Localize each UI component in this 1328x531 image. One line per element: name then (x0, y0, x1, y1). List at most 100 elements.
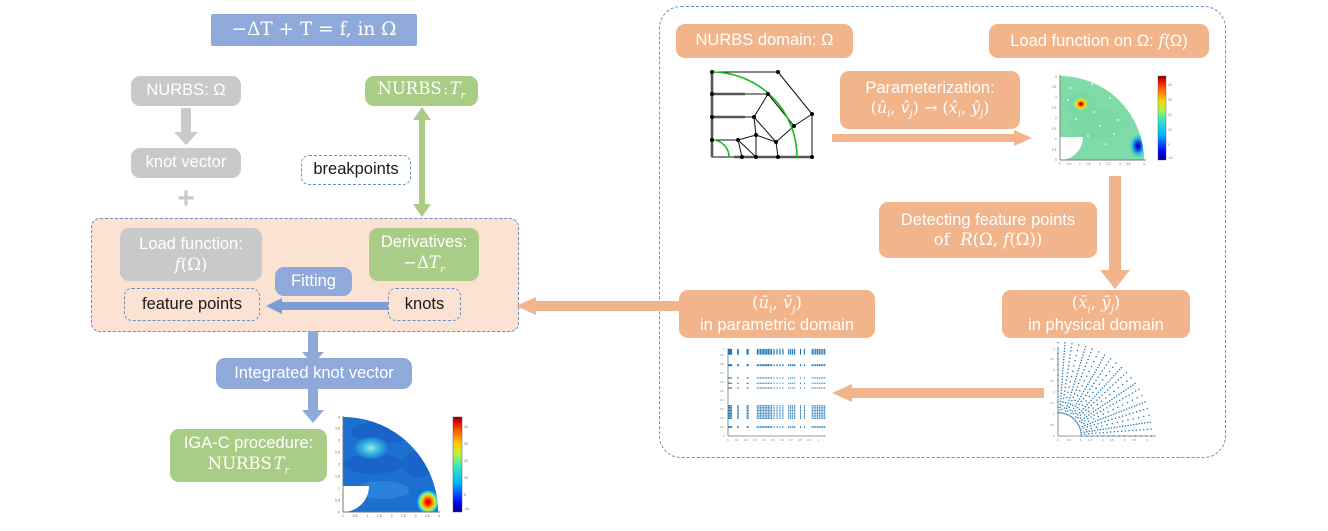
svg-text:1: 1 (1079, 162, 1081, 166)
svg-text:1: 1 (338, 487, 340, 491)
load-function-contour-figure: 0 0.5 1 1.5 2 2.5 3 3.5 4 0 0.5 1 1.5 2 2.5 3 3.… (1048, 64, 1190, 174)
svg-text:1: 1 (723, 347, 725, 351)
svg-text:0.7: 0.7 (789, 438, 793, 442)
load-function-right-label: Load function on Ω: f(Ω) (1010, 30, 1188, 50)
integrated-knot-vector-box[interactable]: Integrated knot vector (216, 358, 412, 389)
svg-text:3.5: 3.5 (1132, 438, 1136, 442)
svg-text:2: 2 (391, 514, 393, 518)
knots-box[interactable]: knots (388, 288, 461, 321)
svg-text:0.4: 0.4 (762, 438, 766, 442)
feature-points-label: feature points (142, 294, 242, 313)
svg-text:0.9: 0.9 (720, 353, 724, 357)
svg-text:0: 0 (1059, 162, 1061, 166)
integrated-knot-vector-label: Integrated knot vector (234, 363, 394, 382)
svg-text:0.5: 0.5 (1052, 148, 1057, 152)
svg-text:2: 2 (338, 463, 340, 467)
detecting-label-line2: of R(Ω, f(Ω)) (933, 230, 1043, 249)
iga-c-procedure-box[interactable]: IGA-C procedure: NURBS Tr (170, 429, 327, 482)
iga-c-procedure-label-line1: IGA-C procedure: (183, 434, 314, 453)
svg-text:-10: -10 (1168, 156, 1173, 160)
svg-text:2.5: 2.5 (401, 514, 406, 518)
svg-text:3: 3 (1119, 162, 1121, 166)
svg-text:0: 0 (1053, 434, 1055, 438)
solution-contour-figure: 0 0.5 1 1.5 2 2.5 3 3.5 4 0 0.5 1 1.5 2 2.5 3 3.… (333, 402, 481, 526)
svg-text:3: 3 (415, 514, 417, 518)
svg-text:0: 0 (723, 434, 725, 438)
svg-text:0.7: 0.7 (720, 371, 724, 375)
svg-text:10: 10 (1168, 128, 1172, 132)
arrow-parameterization (832, 128, 1032, 148)
svg-text:30: 30 (1168, 98, 1172, 102)
svg-text:1.5: 1.5 (1088, 438, 1092, 442)
arrow-nurbs-to-knotvector (172, 108, 200, 146)
svg-text:0.2: 0.2 (744, 438, 748, 442)
physical-domain-scatter-figure: 0 0.5 1 1.5 2 2.5 3 3.5 4 0 0.5 1 1.5 2 2.5 3 3.… (1046, 340, 1162, 452)
knot-vector-label: knot vector (145, 153, 227, 172)
svg-text:0.3: 0.3 (720, 407, 724, 411)
svg-text:2.5: 2.5 (335, 451, 340, 455)
svg-text:2: 2 (1099, 162, 1101, 166)
derivatives-label-line2: −ΔTr (403, 252, 445, 275)
svg-text:1: 1 (1080, 438, 1082, 442)
derivatives-box[interactable]: Derivatives: −ΔTr (369, 228, 479, 281)
svg-text:4: 4 (1143, 162, 1145, 166)
nurbs-domain-box-right[interactable]: NURBS domain: Ω (676, 24, 853, 58)
svg-text:4: 4 (338, 416, 340, 420)
svg-text:3.5: 3.5 (1052, 85, 1057, 89)
governing-equation-box: −ΔT + T = f, in Ω (211, 14, 417, 46)
svg-text:2: 2 (1053, 390, 1055, 394)
arrow-nurbs-tr-derivatives (411, 107, 433, 217)
svg-text:0.5: 0.5 (1067, 162, 1072, 166)
fitting-box[interactable]: Fitting (275, 267, 352, 296)
detecting-feature-points-box[interactable]: Detecting feature points of R(Ω, f(Ω)) (879, 202, 1097, 258)
parametric-domain-label-line1: (ūi, v̄j) (752, 292, 802, 315)
knot-vector-box[interactable]: knot vector (131, 148, 241, 178)
physical-domain-box[interactable]: (x̄i, ȳj) in physical domain (1002, 290, 1190, 338)
knots-label: knots (404, 294, 445, 313)
svg-text:0.5: 0.5 (720, 389, 724, 393)
svg-text:4: 4 (1053, 347, 1055, 351)
svg-text:2: 2 (1055, 116, 1057, 120)
parametric-domain-box[interactable]: (ūi, v̄j) in parametric domain (679, 290, 875, 338)
svg-text:1.5: 1.5 (1052, 127, 1057, 131)
svg-text:0.3: 0.3 (753, 438, 757, 442)
svg-text:2.5: 2.5 (1050, 379, 1054, 383)
physical-domain-label-line1: (x̄i, ȳj) (1071, 292, 1121, 315)
svg-text:30: 30 (464, 442, 468, 446)
parameterization-box[interactable]: Parameterization: (ûi, v̂j) → (x̂i, ŷj) (840, 71, 1020, 129)
svg-text:1: 1 (818, 438, 820, 442)
svg-text:0: 0 (1168, 143, 1170, 147)
svg-text:2.5: 2.5 (1106, 162, 1111, 166)
nurbs-domain-box-left[interactable]: NURBS: Ω (131, 76, 241, 106)
load-function-label-line2: f(Ω) (174, 254, 208, 274)
svg-text:1.5: 1.5 (377, 514, 382, 518)
derivatives-label-line1: Derivatives: (380, 233, 468, 252)
arrow-load-to-physical (1098, 176, 1132, 290)
arrow-panel-to-fitting-group (516, 295, 679, 317)
physical-domain-label-line2: in physical domain (1028, 315, 1164, 334)
feature-points-box[interactable]: feature points (124, 288, 260, 321)
svg-text:40: 40 (464, 425, 468, 429)
svg-text:1: 1 (1053, 412, 1055, 416)
detecting-label-line1: Detecting feature points (900, 210, 1076, 229)
arrow-fitting (266, 296, 388, 316)
svg-text:0.8: 0.8 (720, 362, 724, 366)
svg-text:0.5: 0.5 (353, 514, 358, 518)
load-function-box-left[interactable]: Load function: f(Ω) (120, 228, 262, 281)
svg-text:0.6: 0.6 (720, 380, 724, 384)
governing-equation-text: −ΔT + T = f, in Ω (231, 19, 397, 41)
svg-text:0: 0 (464, 493, 466, 497)
svg-text:0.6: 0.6 (780, 438, 784, 442)
svg-text:1.5: 1.5 (1050, 401, 1054, 405)
svg-text:3: 3 (1124, 438, 1126, 442)
svg-text:0.2: 0.2 (720, 416, 724, 420)
svg-text:0: 0 (342, 514, 344, 518)
svg-text:2.5: 2.5 (1110, 438, 1114, 442)
breakpoints-box[interactable]: breakpoints (301, 155, 411, 185)
svg-text:0: 0 (1057, 438, 1059, 442)
load-function-box-right[interactable]: Load function on Ω: f(Ω) (989, 24, 1209, 58)
plus-sign: + (168, 184, 204, 214)
nurbs-tr-box[interactable]: NURBS : Tr (365, 76, 478, 106)
plus-sign-glyph: + (177, 182, 195, 215)
iga-c-procedure-label-line2: NURBS Tr (207, 453, 290, 476)
